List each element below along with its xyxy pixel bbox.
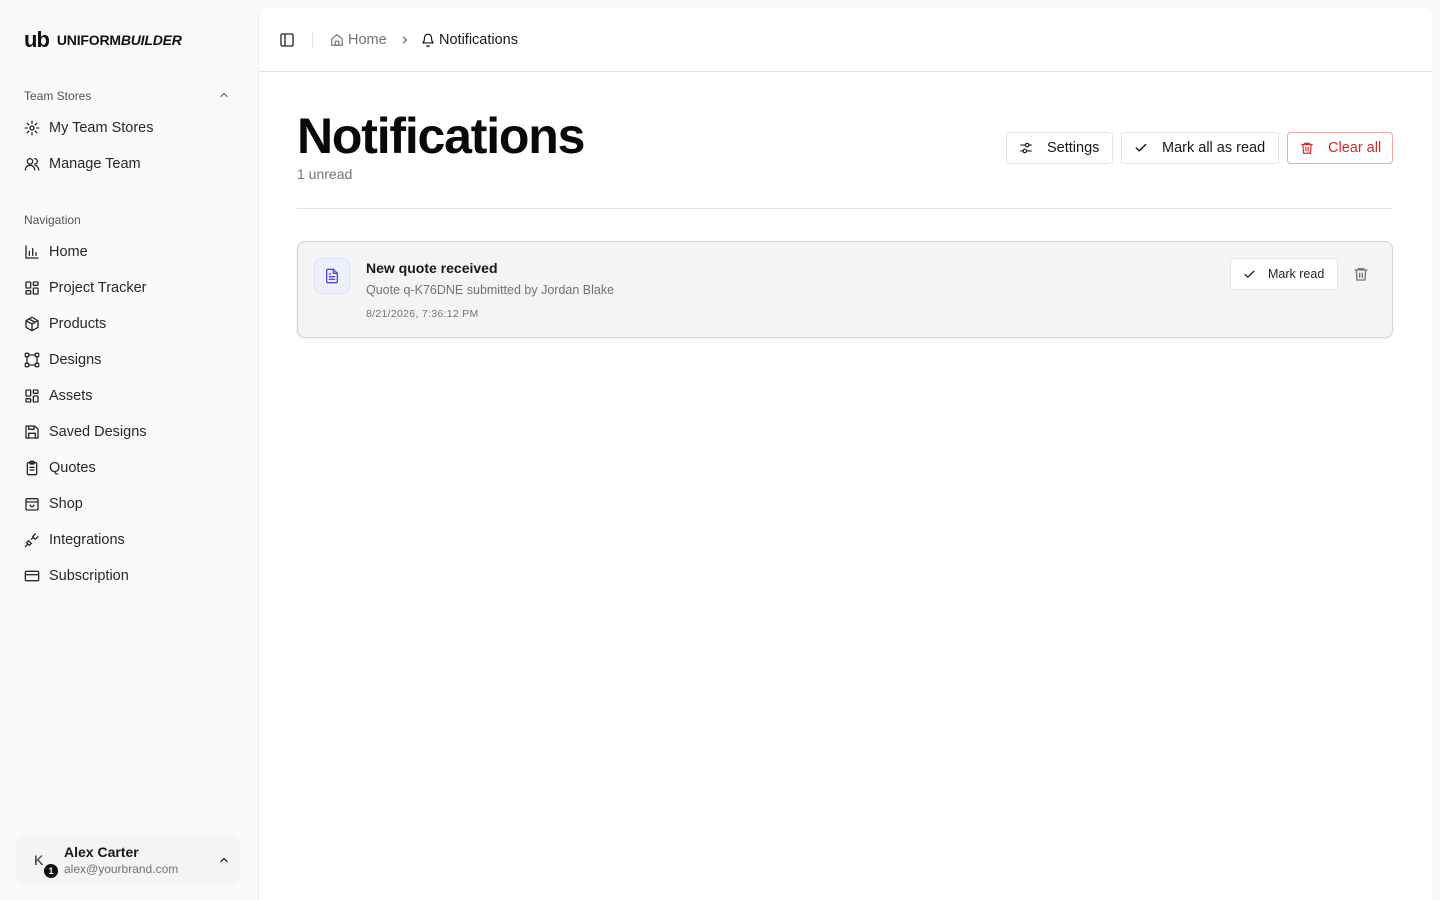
sliders-icon	[1019, 141, 1033, 155]
sidebar-item-label: Designs	[49, 352, 102, 368]
check-icon	[1134, 141, 1148, 155]
bell-icon	[421, 33, 435, 47]
team-stores-section-label: Team Stores	[24, 89, 92, 103]
notification-item[interactable]: New quote received Quote q-K76DNE submit…	[297, 241, 1393, 338]
chevron-up-icon[interactable]	[218, 89, 230, 101]
trash-icon	[1300, 141, 1314, 155]
notification-title: New quote received	[366, 260, 498, 276]
sidebar-item-label: Home	[49, 244, 88, 260]
unread-count: 1 unread	[297, 166, 353, 182]
brand-logo[interactable]: ub UNIFORMBUILDER	[24, 28, 182, 52]
file-text-icon	[314, 258, 350, 294]
top-bar: Home Notifications	[259, 8, 1433, 72]
delete-notification-icon[interactable]	[1353, 266, 1369, 282]
sidebar-toggle-icon[interactable]	[279, 32, 295, 48]
chevron-up-icon	[218, 854, 230, 866]
sidebar-item-home[interactable]: Home	[24, 240, 234, 264]
breadcrumb-home-label: Home	[348, 32, 387, 48]
sidebar: ub UNIFORMBUILDER Team Stores My Team St…	[0, 0, 256, 900]
clear-all-button[interactable]: Clear all	[1287, 132, 1393, 164]
sidebar-item-designs[interactable]: Designs	[24, 348, 234, 372]
chevron-right-icon	[399, 34, 411, 46]
sidebar-item-products[interactable]: Products	[24, 312, 234, 336]
navigation-section-label: Navigation	[24, 213, 81, 227]
brand-mark: ub	[24, 27, 50, 52]
sidebar-item-label: My Team Stores	[49, 120, 154, 136]
sidebar-item-manage-team[interactable]: Manage Team	[24, 152, 234, 176]
sidebar-item-integrations[interactable]: Integrations	[24, 528, 234, 552]
sidebar-item-subscription[interactable]: Subscription	[24, 564, 234, 588]
bar-chart-icon	[24, 244, 40, 260]
user-email: alex@yourbrand.com	[64, 862, 179, 876]
sidebar-item-label: Project Tracker	[49, 280, 147, 296]
sidebar-item-shop[interactable]: Shop	[24, 492, 234, 516]
sidebar-item-label: Saved Designs	[49, 424, 147, 440]
notification-timestamp: 8/21/2026, 7:36:12 PM	[366, 308, 479, 320]
sidebar-item-label: Integrations	[49, 532, 125, 548]
package-icon	[24, 316, 40, 332]
sidebar-item-label: Assets	[49, 388, 93, 404]
notification-description: Quote q-K76DNE submitted by Jordan Blake	[366, 283, 615, 297]
user-name: Alex Carter	[64, 844, 139, 860]
mark-read-label: Mark read	[1268, 267, 1325, 281]
sidebar-item-label: Manage Team	[49, 156, 141, 172]
credit-card-icon	[24, 568, 40, 584]
settings-button[interactable]: Settings	[1006, 132, 1113, 164]
notification-count-badge: 1	[44, 864, 58, 878]
grid-icon	[24, 388, 40, 404]
gear-icon	[24, 120, 40, 136]
mark-all-read-button[interactable]: Mark all as read	[1121, 132, 1279, 164]
grid-icon	[24, 280, 40, 296]
save-icon	[24, 424, 40, 440]
user-menu[interactable]: K 1 Alex Carter alex@yourbrand.com	[16, 836, 240, 884]
sidebar-item-label: Subscription	[49, 568, 129, 584]
avatar: K	[34, 852, 44, 868]
topbar-divider	[312, 32, 313, 48]
home-icon	[330, 33, 344, 47]
brand-name: UNIFORMBUILDER	[56, 32, 182, 48]
sidebar-item-assets[interactable]: Assets	[24, 384, 234, 408]
store-icon	[24, 496, 40, 512]
mark-all-read-label: Mark all as read	[1162, 140, 1266, 156]
breadcrumb-current-label: Notifications	[439, 32, 518, 48]
breadcrumb-home[interactable]: Home	[330, 30, 387, 50]
sidebar-item-label: Shop	[49, 496, 83, 512]
plug-icon	[24, 532, 40, 548]
sidebar-item-saved-designs[interactable]: Saved Designs	[24, 420, 234, 444]
sidebar-item-label: Quotes	[49, 460, 96, 476]
clipboard-icon	[24, 460, 40, 476]
sidebar-item-project-tracker[interactable]: Project Tracker	[24, 276, 234, 300]
main-content: Home Notifications Notifications 1 unrea…	[258, 8, 1433, 900]
settings-button-label: Settings	[1047, 140, 1100, 156]
users-icon	[24, 156, 40, 172]
page-title: Notifications	[297, 108, 585, 164]
sidebar-item-my-team-stores[interactable]: My Team Stores	[24, 116, 234, 140]
frame-icon	[24, 352, 40, 368]
check-icon	[1243, 268, 1256, 281]
sidebar-item-label: Products	[49, 316, 107, 332]
header-divider	[297, 208, 1393, 209]
sidebar-item-quotes[interactable]: Quotes	[24, 456, 234, 480]
mark-read-button[interactable]: Mark read	[1230, 258, 1338, 290]
clear-all-label: Clear all	[1328, 140, 1382, 156]
breadcrumb-current: Notifications	[421, 30, 518, 50]
